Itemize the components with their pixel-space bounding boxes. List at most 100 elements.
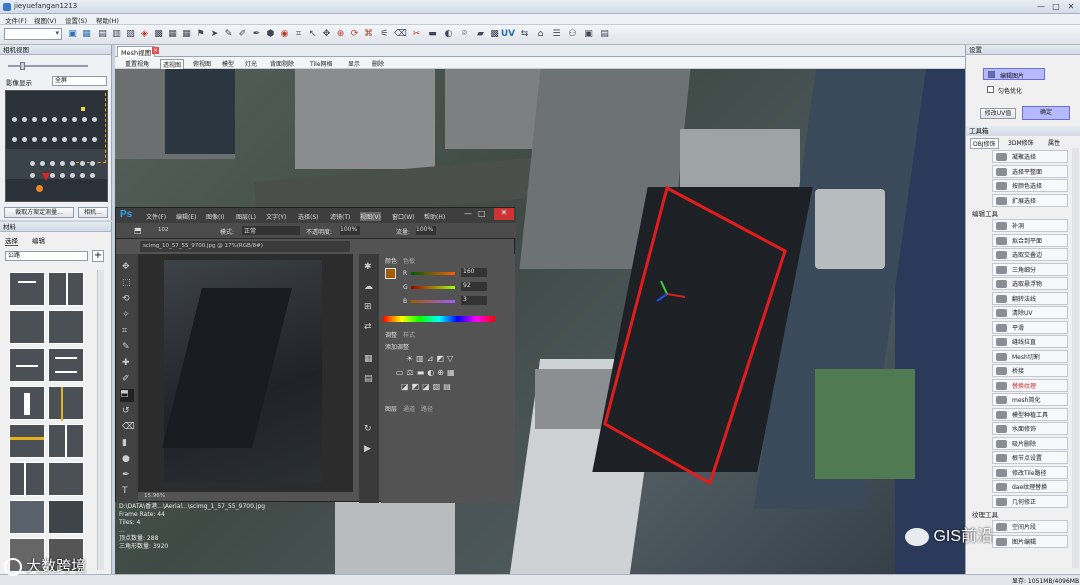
tool-item[interactable]: 吸片删除 xyxy=(992,436,1068,450)
ps-adjust-tab[interactable]: 调整 xyxy=(385,330,397,339)
ps-maximize-icon[interactable]: □ xyxy=(478,209,486,218)
split-icon[interactable]: ⚟ xyxy=(378,28,391,41)
tool-item[interactable]: 替换纹理 xyxy=(992,378,1068,392)
material-tile[interactable] xyxy=(9,462,45,497)
tool-item[interactable]: 平滑 xyxy=(992,320,1068,334)
maximize-button[interactable]: □ xyxy=(1049,1,1063,12)
ps-spectrum-bar[interactable] xyxy=(383,316,495,322)
stamp-tool-icon[interactable]: ⬒ xyxy=(134,226,142,235)
ps-adjust-icons-row3[interactable]: ◪◩◪▧▤ xyxy=(401,382,454,391)
display-select[interactable]: 全屏 xyxy=(52,76,107,86)
lasso-tool-icon[interactable]: ⟲ xyxy=(122,294,130,304)
ps-layers-tab[interactable]: 图层 xyxy=(385,404,397,413)
ps-menu-edit[interactable]: 编辑(E) xyxy=(176,212,196,221)
view-icon[interactable]: ▧ xyxy=(124,28,137,41)
flow-input[interactable]: 100% xyxy=(416,226,436,235)
even-color-checkbox[interactable] xyxy=(987,86,994,93)
crop-tool-icon[interactable]: ⌗ xyxy=(122,326,127,336)
tool-item[interactable]: 按颜色选择 xyxy=(992,179,1068,192)
ps-adjust-icons-row1[interactable]: ☀▥⊿◩▽ xyxy=(406,354,456,363)
light-button[interactable]: 灯光 xyxy=(245,59,257,68)
material-tile[interactable] xyxy=(9,348,45,382)
tool-item[interactable]: 扩展选择 xyxy=(992,193,1068,207)
close-tab-icon[interactable]: × xyxy=(152,47,159,54)
box-icon[interactable]: ▩ xyxy=(152,28,165,41)
ps-swatches-tab[interactable]: 色板 xyxy=(403,256,415,265)
sync-icon[interactable]: ⇆ xyxy=(518,28,531,41)
ps-color-tab[interactable]: 颜色 xyxy=(385,256,397,265)
material-tile[interactable] xyxy=(9,386,45,420)
ps-menu-type[interactable]: 文字(Y) xyxy=(266,212,286,221)
menu-file[interactable]: 文件(F) xyxy=(5,15,27,25)
zoom-icon[interactable]: ⊕ xyxy=(334,28,347,41)
doc-icon[interactable]: ▤ xyxy=(598,28,611,41)
building-icon[interactable]: ⌂ xyxy=(534,28,547,41)
tool-item[interactable]: 根节点设置 xyxy=(992,451,1068,464)
tool-item[interactable]: 几何修正 xyxy=(992,494,1068,508)
modify-uv-button[interactable]: 修改UV值 xyxy=(980,108,1016,119)
ps-menu-select[interactable]: 选择(S) xyxy=(298,212,319,221)
rotate-icon[interactable]: ⟳ xyxy=(348,28,361,41)
tool-item[interactable]: 修改Tile路径 xyxy=(992,465,1068,479)
toolbar-dropdown[interactable] xyxy=(4,28,62,40)
mode-select[interactable]: 正常 xyxy=(242,226,300,235)
material-select[interactable]: 公路 xyxy=(5,251,88,261)
ps-doc-tab[interactable]: scimg_10_57_55_9700.jpg @ 17%(RGB/8#) xyxy=(140,241,350,252)
move-tool-icon[interactable]: ✥ xyxy=(122,262,130,272)
camera-icon[interactable]: ⌾ xyxy=(458,28,471,41)
menu-view[interactable]: 视图(V) xyxy=(34,15,57,25)
tool-item[interactable]: 翻转法线 xyxy=(992,291,1068,305)
tab-3dm-edit[interactable]: 3DM修饰 xyxy=(1008,138,1034,147)
material-tile[interactable] xyxy=(9,310,45,344)
pen-tool-icon[interactable]: ✒ xyxy=(122,470,130,480)
material-tile-selected[interactable] xyxy=(9,424,45,458)
material-tile[interactable] xyxy=(48,500,84,534)
material-tab-edit[interactable]: 编辑 xyxy=(32,235,45,245)
edit-image-checkbox[interactable] xyxy=(988,71,995,78)
flag-icon[interactable]: ⚑ xyxy=(194,28,207,41)
ps-dock-icon[interactable]: ↻ xyxy=(364,424,372,434)
material-scrollbar[interactable] xyxy=(97,270,104,570)
ps-styles-tab[interactable]: 样式 xyxy=(403,330,415,339)
tool-item[interactable]: 模型种植工具 xyxy=(992,407,1068,421)
ps-minimize-icon[interactable]: — xyxy=(464,209,472,218)
cut-icon[interactable]: ✂ xyxy=(410,28,423,41)
tool-item[interactable]: 水面修饰 xyxy=(992,422,1068,435)
tool-item[interactable]: mesh简化 xyxy=(992,393,1068,406)
display-button[interactable]: 显示 xyxy=(348,59,360,68)
menu-settings[interactable]: 设置(S) xyxy=(65,15,87,25)
pen-icon[interactable]: ✒ xyxy=(250,28,263,41)
ps-dock-icon[interactable]: ⇄ xyxy=(364,322,372,332)
tool-item[interactable]: 清除UV xyxy=(992,306,1068,319)
sphere-icon[interactable]: ◉ xyxy=(278,28,291,41)
add-material-icon[interactable]: + xyxy=(92,250,104,262)
ps-paths-tab[interactable]: 路径 xyxy=(421,404,433,413)
eraser-icon[interactable]: ⌫ xyxy=(394,28,407,41)
ps-menu-file[interactable]: 文件(F) xyxy=(146,212,166,221)
ps-g-slider[interactable] xyxy=(411,286,455,289)
ps-menu-help[interactable]: 帮助(H) xyxy=(424,212,445,221)
brush-tool-icon[interactable]: ✐ xyxy=(122,374,130,384)
ps-menu-filter[interactable]: 滤镜(T) xyxy=(330,212,350,221)
save-icon[interactable]: ▣ xyxy=(66,28,79,41)
ps-dock-icon[interactable]: ☁ xyxy=(364,282,373,292)
edit-image-option[interactable]: 编辑图片 xyxy=(983,68,1045,80)
crop-icon[interactable]: ⌗ xyxy=(292,28,305,41)
text-tool-icon[interactable]: T xyxy=(122,486,128,496)
reset-view-button[interactable]: 重置视角 xyxy=(125,59,149,68)
ps-menu-image[interactable]: 图像(I) xyxy=(206,212,224,221)
camera-slider[interactable] xyxy=(8,62,88,70)
target-icon[interactable]: ◈ xyxy=(138,28,151,41)
stamp-icon[interactable]: ⬢ xyxy=(264,28,277,41)
marquee-tool-icon[interactable]: ⬚ xyxy=(122,278,131,288)
cursor-icon[interactable]: ↖ xyxy=(306,28,319,41)
material-tile[interactable] xyxy=(48,386,84,421)
minimize-button[interactable]: — xyxy=(1034,1,1048,12)
tree-icon[interactable]: ⚇ xyxy=(566,28,579,41)
ps-dock-icon[interactable]: ▶ xyxy=(364,444,371,454)
uv-icon[interactable]: UV xyxy=(500,28,516,41)
tab-obj-edit[interactable]: OBJ修饰 xyxy=(970,138,999,149)
chart-icon[interactable]: ▰ xyxy=(474,28,487,41)
opacity-input[interactable]: 100% xyxy=(340,226,360,235)
camera-plan-button[interactable]: 裁取方案定测量... xyxy=(4,207,74,218)
